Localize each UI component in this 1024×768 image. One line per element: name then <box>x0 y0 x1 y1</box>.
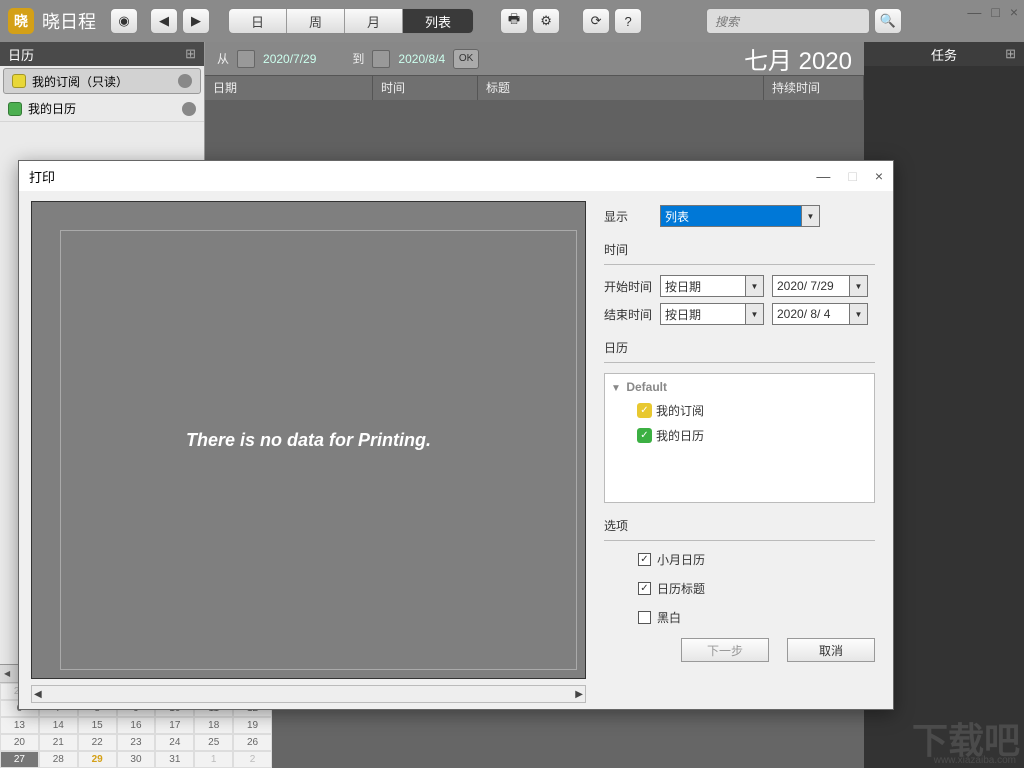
end-mode-select[interactable]: 按日期▼ <box>660 303 764 325</box>
app-icon: 晓 <box>8 8 34 34</box>
next-button[interactable]: 下一步 <box>681 638 769 662</box>
print-preview-pane: There is no data for Printing. ◀▶ <box>19 191 594 709</box>
dialog-maximize[interactable]: □ <box>848 168 856 184</box>
date-range-bar: 从 2020/7/29 到 2020/8/4 OK 七月 2020 <box>205 42 864 76</box>
col-title[interactable]: 标题 <box>478 76 764 100</box>
col-duration[interactable]: 持续时间 <box>764 76 864 100</box>
calendar-item-subscription[interactable]: 我的订阅（只读） <box>3 68 201 94</box>
minimize-button[interactable]: — <box>967 4 981 20</box>
mini-cal-day[interactable]: 26 <box>233 734 272 751</box>
help-button[interactable]: ? <box>614 8 642 34</box>
time-section-label: 时间 <box>604 241 875 258</box>
app-title: 晓日程 <box>42 8 96 34</box>
mini-cal-day[interactable]: 13 <box>0 717 39 734</box>
mini-cal-day[interactable]: 2 <box>233 751 272 768</box>
print-settings: 显示 列表▼ 时间 开始时间 按日期▼ 2020/ 7/29▼ 结束时间 按日期… <box>594 191 893 709</box>
calendar-icon[interactable] <box>372 50 390 68</box>
month-title: 七月 2020 <box>744 41 852 76</box>
dialog-close[interactable]: × <box>875 168 883 184</box>
next-button[interactable]: ▶ <box>182 8 210 34</box>
mini-cal-day[interactable]: 27 <box>0 751 39 768</box>
mini-cal-day[interactable]: 14 <box>39 717 78 734</box>
view-week[interactable]: 周 <box>287 9 345 33</box>
calendar-check-mycalendar[interactable]: ✓ 我的日历 <box>637 427 868 444</box>
display-select[interactable]: 列表▼ <box>660 205 820 227</box>
search-input[interactable]: 搜索 <box>706 8 870 34</box>
add-task-button[interactable]: ⊞ <box>1005 46 1016 62</box>
print-dialog: 打印 — □ × There is no data for Printing. … <box>18 160 894 710</box>
dialog-titlebar: 打印 — □ × <box>19 161 893 191</box>
end-label: 结束时间 <box>604 306 652 323</box>
calendar-menu-icon[interactable] <box>182 102 196 116</box>
mini-cal-prev[interactable]: ◀ <box>4 669 10 678</box>
preview-canvas: There is no data for Printing. <box>31 201 586 679</box>
sidebar-header: 日历 ⊞ <box>0 42 204 66</box>
mini-cal-day[interactable]: 17 <box>155 717 194 734</box>
mini-cal-day[interactable]: 21 <box>39 734 78 751</box>
mini-cal-day[interactable]: 23 <box>117 734 156 751</box>
mini-cal-day[interactable]: 30 <box>117 751 156 768</box>
maximize-button[interactable]: □ <box>991 4 999 20</box>
to-date[interactable]: 2020/8/4 <box>398 52 445 66</box>
end-date-picker[interactable]: 2020/ 8/ 4▼ <box>772 303 868 325</box>
start-label: 开始时间 <box>604 278 652 295</box>
option-black-white[interactable]: 黑白 <box>638 609 875 626</box>
view-switcher: 日 周 月 列表 <box>228 8 474 34</box>
print-button[interactable]: 🖶 <box>500 8 528 34</box>
calendar-section-label: 日历 <box>604 339 875 356</box>
cancel-button[interactable]: 取消 <box>787 638 875 662</box>
tasks-header: 任务 ⊞ <box>864 42 1024 66</box>
mini-cal-day[interactable]: 22 <box>78 734 117 751</box>
col-date[interactable]: 日期 <box>205 76 373 100</box>
mini-cal-day[interactable]: 20 <box>0 734 39 751</box>
mini-cal-day[interactable]: 16 <box>117 717 156 734</box>
watermark-url: www.xiazaiba.com <box>934 755 1016 766</box>
dialog-minimize[interactable]: — <box>816 168 830 184</box>
view-day[interactable]: 日 <box>229 9 287 33</box>
view-month[interactable]: 月 <box>345 9 403 33</box>
ok-button[interactable]: OK <box>453 49 479 69</box>
preview-scrollbar[interactable]: ◀▶ <box>31 685 586 703</box>
close-button[interactable]: × <box>1010 4 1018 20</box>
mini-cal-day[interactable]: 31 <box>155 751 194 768</box>
option-small-month[interactable]: ✓小月日历 <box>638 551 875 568</box>
mini-cal-day[interactable]: 25 <box>194 734 233 751</box>
options-section-label: 选项 <box>604 517 875 534</box>
calendar-item-mycalendar[interactable]: 我的日历 <box>0 96 204 122</box>
sync-button[interactable]: ⟳ <box>582 8 610 34</box>
calendar-color-icon <box>8 102 22 116</box>
today-button[interactable]: ◉ <box>110 8 138 34</box>
checkbox-icon: ✓ <box>637 403 652 418</box>
mini-cal-day[interactable]: 29 <box>78 751 117 768</box>
option-calendar-title[interactable]: ✓日历标题 <box>638 580 875 597</box>
tree-collapse-icon[interactable]: ▼ <box>611 383 623 394</box>
mini-cal-day[interactable]: 15 <box>78 717 117 734</box>
col-time[interactable]: 时间 <box>373 76 478 100</box>
start-mode-select[interactable]: 按日期▼ <box>660 275 764 297</box>
start-date-picker[interactable]: 2020/ 7/29▼ <box>772 275 868 297</box>
window-controls: — □ × <box>967 4 1018 20</box>
search-button[interactable]: 🔍 <box>874 8 902 34</box>
mini-cal-day[interactable]: 1 <box>194 751 233 768</box>
prev-button[interactable]: ◀ <box>150 8 178 34</box>
from-date[interactable]: 2020/7/29 <box>263 52 316 66</box>
calendar-menu-icon[interactable] <box>178 74 192 88</box>
add-calendar-button[interactable]: ⊞ <box>185 46 196 62</box>
settings-button[interactable]: ⚙ <box>532 8 560 34</box>
calendar-color-icon <box>12 74 26 88</box>
mini-cal-day[interactable]: 18 <box>194 717 233 734</box>
checkbox-icon: ✓ <box>637 428 652 443</box>
view-list[interactable]: 列表 <box>403 9 473 33</box>
main-toolbar: 晓 晓日程 ◉ ◀ ▶ 日 周 月 列表 🖶 ⚙ ⟳ ? 搜索 🔍 <box>0 0 1024 42</box>
calendar-picker: ▼ Default ✓ 我的订阅 ✓ 我的日历 <box>604 373 875 503</box>
mini-cal-day[interactable]: 19 <box>233 717 272 734</box>
mini-cal-day[interactable]: 28 <box>39 751 78 768</box>
calendar-icon[interactable] <box>237 50 255 68</box>
calendar-check-subscription[interactable]: ✓ 我的订阅 <box>637 402 868 419</box>
mini-cal-day[interactable]: 24 <box>155 734 194 751</box>
display-label: 显示 <box>604 208 652 225</box>
list-header: 日期 时间 标题 持续时间 <box>205 76 864 100</box>
